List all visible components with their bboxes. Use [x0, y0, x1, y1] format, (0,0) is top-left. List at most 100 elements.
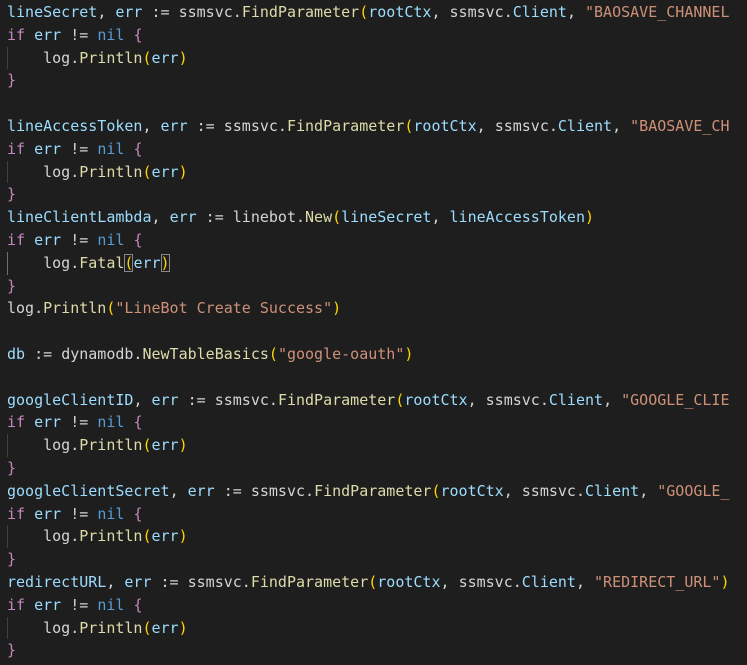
code-token: Client: [557, 117, 613, 135]
code-line[interactable]: db := dynamodb.NewTableBasics("google-oa…: [7, 343, 413, 365]
code-token: :=: [187, 117, 224, 135]
code-token: err: [34, 25, 62, 44]
code-token: ssmsvc.: [250, 481, 315, 500]
code-token: {: [133, 413, 143, 432]
code-token: Client: [548, 390, 604, 409]
code-token: googleClientSecret: [7, 481, 170, 500]
code-line[interactable]: }: [7, 69, 16, 91]
code-token: !=: [61, 504, 98, 523]
code-line[interactable]: if err != nil {: [7, 229, 142, 251]
code-line[interactable]: log.Println(err): [7, 434, 188, 456]
code-line[interactable]: log.Println(err): [7, 525, 188, 547]
code-token: }: [7, 641, 17, 660]
code-line[interactable]: googleClientSecret, err := ssmsvc.FindPa…: [7, 480, 730, 502]
code-token: log.: [43, 162, 80, 181]
code-token: "REDIRECT_URL": [594, 573, 721, 591]
code-token: nil: [97, 139, 125, 158]
code-line[interactable]: }: [7, 639, 16, 661]
code-token: }: [7, 185, 17, 204]
code-line[interactable]: googleClientID, err := ssmsvc.FindParame…: [7, 389, 730, 411]
code-token: Println: [43, 299, 107, 318]
code-token: (: [142, 618, 152, 637]
code-token: ssmsvc.: [187, 573, 251, 591]
code-line[interactable]: log.Println(err): [7, 161, 188, 183]
code-line[interactable]: lineSecret, err := ssmsvc.FindParameter(…: [7, 1, 730, 23]
code-token: err: [151, 618, 179, 637]
code-token: "BAOSAVE_CHANNEL: [585, 3, 730, 21]
code-line[interactable]: lineClientLambda, err := linebot.New(lin…: [7, 206, 594, 228]
code-line[interactable]: if err != nil {: [7, 411, 142, 433]
code-line[interactable]: if err != nil {: [7, 503, 142, 525]
code-token: lineSecret: [7, 3, 98, 21]
code-token: ssmsvc.: [485, 390, 549, 409]
code-token: (: [142, 162, 152, 181]
code-line[interactable]: log.Fatal(err): [7, 252, 170, 274]
code-token: :=: [178, 390, 215, 409]
code-token: nil: [97, 504, 125, 523]
code-line[interactable]: redirectURL, err := ssmsvc.FindParameter…: [7, 571, 730, 593]
code-token: Println: [79, 527, 143, 546]
code-token: ,: [467, 390, 486, 409]
code-token: err: [160, 117, 188, 135]
code-token: dynamodb.: [61, 345, 143, 363]
code-token: err: [151, 390, 179, 409]
code-token: ,: [431, 3, 450, 21]
code-line[interactable]: log.Println("LineBot Create Success"): [7, 297, 341, 319]
code-token: ): [178, 436, 188, 455]
code-token: db: [7, 345, 26, 363]
code-token: {: [133, 25, 143, 44]
code-token: Client: [512, 3, 567, 21]
code-token: err: [34, 413, 62, 432]
code-token: err: [34, 231, 62, 249]
code-token: ): [160, 253, 170, 272]
code-token: log.: [43, 48, 80, 67]
code-token: !=: [61, 595, 98, 614]
indent-guide: [7, 434, 8, 457]
code-token: rootCtx: [377, 573, 441, 591]
code-token: ssmsvc.: [223, 117, 287, 135]
code-line[interactable]: }: [7, 183, 16, 205]
code-line[interactable]: }: [7, 275, 16, 297]
code-token: if: [7, 504, 26, 523]
code-token: ,: [169, 481, 188, 500]
code-line[interactable]: }: [7, 548, 16, 570]
code-token: err: [34, 139, 62, 158]
code-token: Println: [79, 436, 143, 455]
code-token: (: [142, 436, 152, 455]
code-line[interactable]: if err != nil {: [7, 24, 142, 46]
indent-guide: [7, 46, 8, 70]
code-token: :=: [25, 345, 62, 363]
code-token: rootCtx: [404, 390, 468, 409]
code-token: if: [7, 139, 26, 158]
code-token: {: [133, 139, 143, 158]
code-token: ): [178, 618, 188, 637]
code-token: ssmsvc.: [458, 573, 522, 591]
code-token: Println: [79, 48, 143, 67]
code-token: "BAOSAVE_CH: [630, 117, 730, 135]
code-token: }: [7, 71, 17, 90]
code-token: :=: [214, 481, 251, 500]
code-token: ): [178, 162, 188, 181]
code-token: Fatal: [79, 253, 125, 272]
code-line[interactable]: if err != nil {: [7, 594, 142, 616]
code-token: :=: [142, 3, 179, 21]
code-token: googleClientID: [7, 390, 134, 409]
code-token: ,: [476, 117, 495, 135]
code-line[interactable]: log.Println(err): [7, 617, 188, 639]
code-token: !=: [61, 413, 98, 432]
code-line[interactable]: if err != nil {: [7, 138, 142, 160]
code-line[interactable]: lineAccessToken, err := ssmsvc.FindParam…: [7, 115, 730, 137]
code-line[interactable]: }: [7, 457, 16, 479]
code-token: err: [151, 527, 179, 546]
code-line[interactable]: log.Println(err): [7, 47, 188, 69]
code-editor[interactable]: lineSecret, err := ssmsvc.FindParameter(…: [0, 0, 747, 665]
code-token: ssmsvc.: [449, 3, 513, 21]
code-token: !=: [61, 231, 98, 249]
code-token: if: [7, 413, 26, 432]
